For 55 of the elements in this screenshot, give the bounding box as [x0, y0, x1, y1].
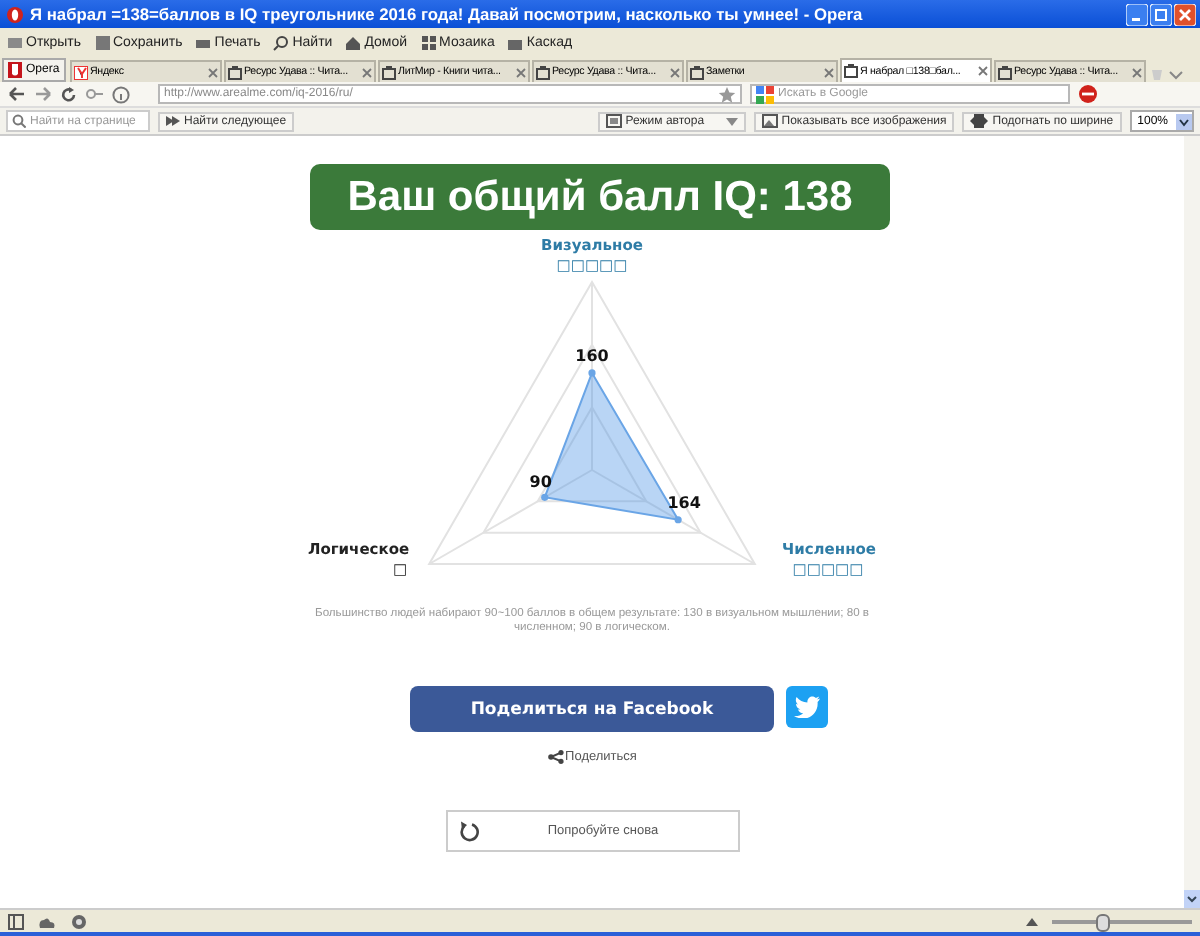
close-tab-icon[interactable] [824, 67, 834, 77]
opera-logo-icon [8, 62, 22, 78]
page-icon [74, 65, 88, 79]
page-icon [228, 65, 242, 79]
score-label: 164 [667, 493, 701, 512]
page-icon [844, 64, 858, 78]
google-icon [756, 85, 774, 103]
close-tab-icon[interactable] [978, 66, 988, 76]
close-tab-icon[interactable] [362, 67, 372, 77]
layout-icon [605, 114, 622, 128]
turbo-icon[interactable] [70, 913, 88, 929]
maximize-button[interactable] [1150, 3, 1172, 25]
forward-icon[interactable] [34, 86, 52, 102]
scroll-down-icon[interactable] [1184, 890, 1200, 908]
info-icon[interactable] [112, 85, 130, 103]
page-icon [690, 65, 704, 79]
panel-icon[interactable] [8, 913, 24, 929]
score-label: 90 [529, 473, 552, 492]
folder-icon [6, 33, 24, 51]
search-icon [12, 114, 26, 128]
window-title: Я набрал =138=баллов в IQ треугольнике 2016 года! Давай посмотрим, насколько ты умнее! - Opera [30, 4, 865, 24]
close-button[interactable] [1174, 3, 1196, 25]
close-tab-icon[interactable] [670, 67, 680, 77]
search-icon [272, 33, 291, 51]
caret-icon [725, 117, 738, 125]
grid-icon [419, 33, 438, 51]
stop-icon[interactable] [1078, 84, 1098, 104]
save-icon [93, 33, 111, 51]
star-icon[interactable] [718, 85, 736, 103]
caret-icon [1176, 113, 1192, 129]
page-icon [382, 65, 396, 79]
image-icon [761, 114, 778, 128]
score-banner: Ваш общий балл IQ: 138 [310, 164, 890, 230]
page-icon [998, 65, 1012, 79]
key-icon[interactable] [86, 86, 104, 102]
close-tab-icon[interactable] [516, 67, 526, 77]
minimize-button[interactable] [1126, 3, 1148, 25]
redo-icon [457, 820, 479, 842]
back-icon[interactable] [8, 86, 26, 102]
close-tab-icon[interactable] [1132, 67, 1142, 77]
bird-icon [794, 696, 820, 718]
share-icon [547, 750, 564, 764]
facebook-share-button[interactable]: Поделиться на Facebook [410, 686, 774, 732]
fit-width-icon [970, 114, 989, 128]
home-icon [344, 33, 363, 51]
twitter-button[interactable] [786, 686, 828, 728]
cloud-icon[interactable] [38, 913, 56, 929]
caret-up-icon[interactable] [1026, 917, 1038, 925]
score-label: 160 [575, 346, 609, 365]
page-icon [536, 65, 550, 79]
arrow-icon [166, 114, 180, 128]
close-tab-icon[interactable] [208, 67, 218, 77]
opera-icon [6, 5, 24, 23]
chevron-down-icon[interactable] [1168, 66, 1184, 82]
reload-icon[interactable] [60, 85, 78, 103]
